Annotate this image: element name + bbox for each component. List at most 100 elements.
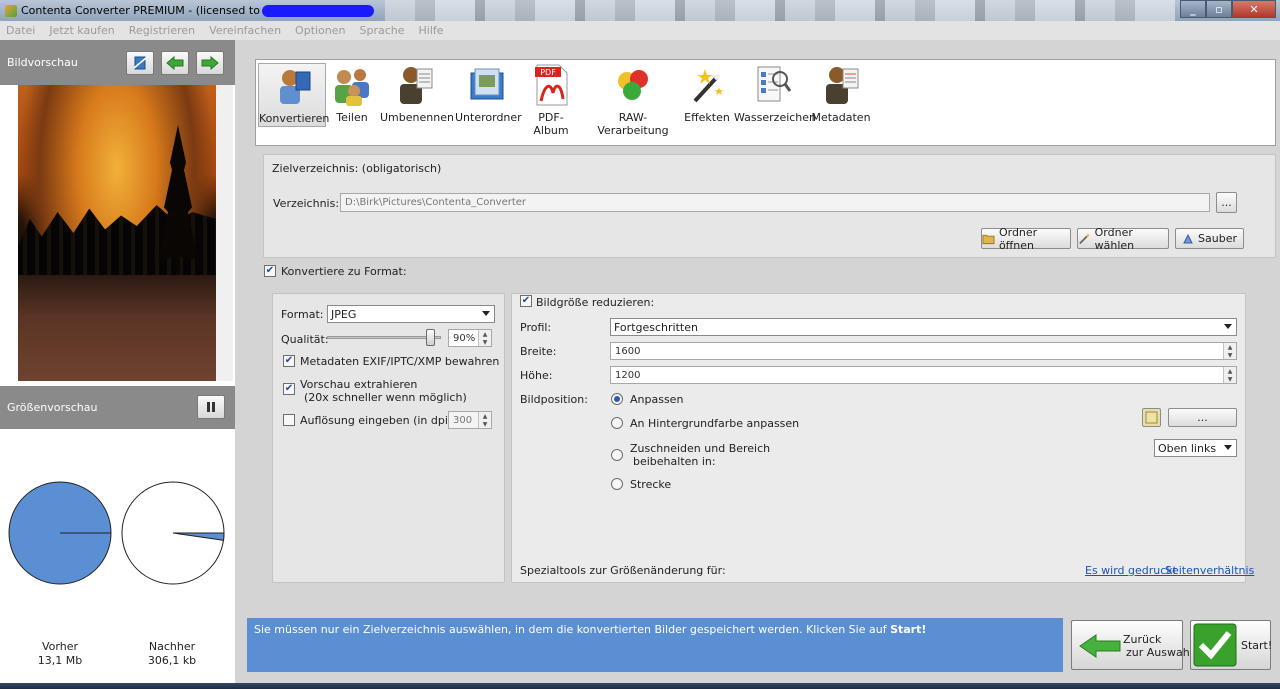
print-link[interactable]: Es wird gedruckt (1085, 564, 1177, 577)
subfolder-icon (467, 63, 507, 107)
back-label-line1: Zurück (1123, 633, 1162, 646)
quality-spinner[interactable]: ▲ ▼ (478, 330, 491, 346)
size-preview-title: Größenvorschau (7, 401, 98, 414)
quality-slider-track[interactable] (327, 336, 441, 339)
folder-icon (982, 234, 995, 244)
tab-subfolder-label: Unterordner (455, 111, 522, 124)
aspect-ratio-link[interactable]: Seitenverhältnis (1165, 564, 1254, 577)
start-button[interactable]: Start! (1190, 620, 1272, 670)
rotate-button[interactable] (126, 51, 154, 75)
tab-share[interactable]: Teilen (330, 63, 374, 124)
rename-icon (395, 63, 435, 107)
position-crop-label: Zuschneiden und Bereich (630, 442, 771, 455)
resize-panel: ✔ Bildgröße reduzieren: Profil: Fortgesc… (511, 293, 1254, 583)
position-stretch-radio[interactable] (611, 478, 623, 490)
width-spinner[interactable]: ▲ ▼ (1223, 343, 1236, 359)
format-dropdown[interactable]: JPEG (327, 305, 495, 323)
height-input[interactable]: 1200 ▲ ▼ (610, 366, 1237, 384)
menu-datei[interactable]: Datei (6, 24, 35, 37)
reduce-size-checkbox[interactable]: ✔ (520, 295, 532, 307)
tab-effects-label: Effekten (684, 111, 730, 124)
tab-pdf-album[interactable]: PDF PDF-Album (521, 63, 581, 137)
resolution-checkbox[interactable] (283, 414, 295, 426)
quality-slider-thumb[interactable] (425, 329, 435, 346)
convert-format-checkbox[interactable]: ✔ (264, 265, 276, 277)
tab-convert[interactable]: Konvertieren (258, 63, 329, 127)
open-folder-label: Ordner öffnen (998, 225, 1038, 252)
next-image-button[interactable] (196, 51, 224, 75)
chevron-down-icon (1224, 324, 1232, 329)
back-to-selection-button[interactable]: Zurück zur Auswahl (1071, 620, 1193, 670)
tab-effects[interactable]: Effekten (684, 63, 730, 124)
minimize-button[interactable]: _ (1180, 0, 1206, 18)
menu-registrieren[interactable]: Registrieren (129, 24, 195, 37)
pause-icon (207, 402, 215, 412)
resolution-spinner[interactable]: ▲ ▼ (478, 412, 491, 428)
keep-metadata-checkbox[interactable]: ✔ (283, 355, 295, 367)
maximize-button[interactable]: ▫ (1206, 0, 1232, 18)
extract-preview-checkbox[interactable]: ✔ (283, 383, 295, 395)
tab-metadata[interactable]: Metadaten (811, 63, 871, 124)
image-preview (18, 85, 216, 381)
function-toolbar: Konvertieren Teilen Umbenennen Unterordn… (255, 59, 1276, 146)
tab-watermark[interactable]: Wasserzeichen (734, 63, 816, 124)
checkmark-icon (1193, 623, 1237, 667)
convert-icon (272, 64, 312, 108)
height-spinner[interactable]: ▲ ▼ (1223, 367, 1236, 383)
image-preview-title: Bildvorschau (7, 56, 78, 69)
tab-rename[interactable]: Umbenennen (380, 63, 454, 124)
back-label-line2: zur Auswahl (1126, 646, 1193, 659)
preview-scrollbar[interactable] (216, 85, 233, 381)
image-position-label: Bildposition: (520, 393, 588, 406)
menu-optionen[interactable]: Optionen (295, 24, 345, 37)
directory-input[interactable]: D:\Birk\Pictures\Contenta_Converter (340, 193, 1210, 212)
clean-icon (1183, 233, 1193, 243)
menu-sprache[interactable]: Sprache (360, 24, 405, 37)
width-input[interactable]: 1600 ▲ ▼ (610, 342, 1237, 360)
tab-raw-processing[interactable]: RAW-Verarbeitung (586, 63, 680, 137)
chevron-down-icon (1224, 445, 1232, 450)
rotate-icon (133, 56, 147, 70)
wand-icon (1079, 233, 1090, 244)
choose-folder-label: Ordner wählen (1094, 225, 1135, 252)
menu-hilfe[interactable]: Hilfe (419, 24, 444, 37)
browse-directory-button[interactable]: ... (1216, 192, 1237, 213)
pause-button[interactable] (197, 395, 225, 419)
os-taskbar (0, 683, 1280, 689)
crop-anchor-dropdown[interactable]: Oben links (1154, 439, 1237, 457)
resolution-input[interactable]: 300 ▲ ▼ (448, 411, 492, 429)
position-background-radio[interactable] (611, 417, 623, 429)
menu-vereinfachen[interactable]: Vereinfachen (209, 24, 281, 37)
resolution-label: Auflösung eingeben (in dpi): (300, 414, 456, 427)
quality-input[interactable]: 90% ▲ ▼ (448, 329, 492, 347)
pdf-badge-text: PDF (540, 68, 556, 77)
raw-processing-icon (613, 63, 653, 107)
position-crop-radio[interactable] (611, 449, 623, 461)
reduce-size-label: Bildgröße reduzieren: (536, 296, 655, 309)
crop-anchor-value: Oben links (1158, 441, 1217, 455)
position-fit-radio[interactable] (611, 393, 623, 405)
app-icon (5, 4, 17, 17)
menu-jetzt-kaufen[interactable]: Jetzt kaufen (49, 24, 114, 37)
tab-rename-label: Umbenennen (380, 111, 454, 124)
background-color-swatch[interactable] (1142, 408, 1161, 427)
special-tools-label: Spezialtools zur Größenänderung für: (520, 564, 726, 577)
tab-subfolder[interactable]: Unterordner (455, 63, 522, 124)
clean-button[interactable]: Sauber (1175, 228, 1244, 249)
redacted-license-name (261, 4, 374, 17)
position-fit-label: Anpassen (630, 393, 684, 406)
format-panel: Format: JPEG Qualität: 90% ▲ ▼ ✔ Metadate… (272, 293, 505, 583)
chevron-down-icon (482, 311, 490, 316)
choose-folder-button[interactable]: Ordner wählen (1077, 225, 1169, 252)
profile-dropdown[interactable]: Fortgeschritten (610, 318, 1237, 336)
close-button[interactable]: ✕ (1232, 0, 1276, 18)
clean-label: Sauber (1198, 232, 1237, 245)
open-folder-button[interactable]: Ordner öffnen (981, 225, 1071, 252)
background-options-button[interactable]: ... (1168, 408, 1237, 427)
tab-raw-processing-label: RAW-Verarbeitung (597, 111, 669, 137)
width-label: Breite: (520, 345, 557, 358)
previous-image-button[interactable] (161, 51, 189, 75)
tab-watermark-label: Wasserzeichen (734, 111, 817, 124)
position-background-label: An Hintergrundfarbe anpassen (630, 417, 800, 430)
format-label: Format: (281, 308, 324, 321)
